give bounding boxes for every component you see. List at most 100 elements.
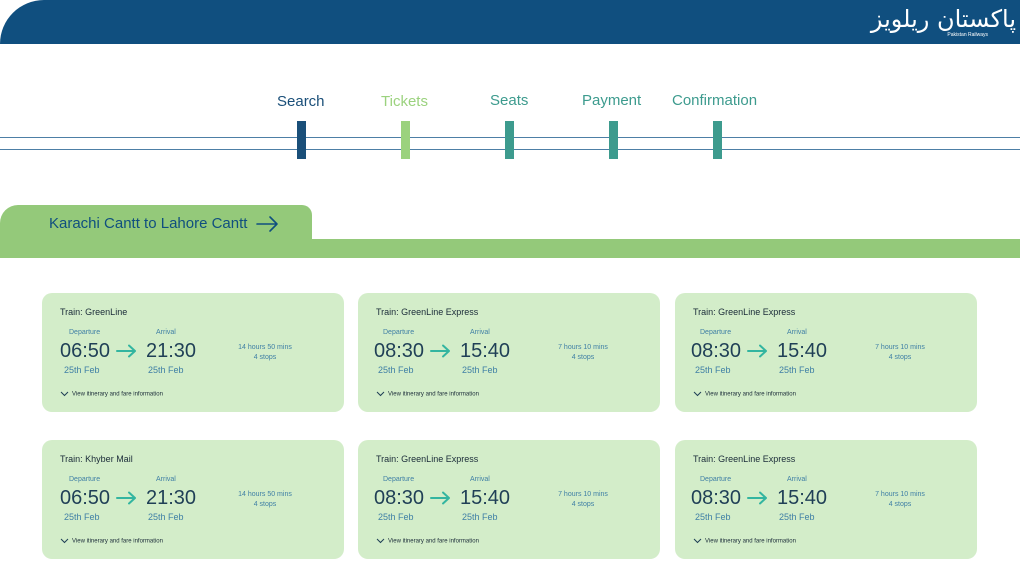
arrival-time: 21:30 <box>146 487 197 509</box>
view-itinerary-label: View itinerary and fare information <box>72 538 163 545</box>
chevron-down-icon <box>376 391 385 397</box>
trip-stops: 4 stops <box>253 501 277 508</box>
trip-duration: 14 hours 50 mins <box>238 344 292 351</box>
arrival-time: 15:40 <box>777 340 828 362</box>
trip-summary: 7 hours 10 mins 4 stops <box>855 343 945 363</box>
train-card[interactable]: Train: GreenLine Express Departure Arriv… <box>675 440 977 559</box>
chevron-down-icon <box>60 538 69 544</box>
step-seats-marker <box>505 121 514 159</box>
train-name: Train: Khyber Mail <box>60 454 133 464</box>
arrow-right-icon <box>430 344 450 358</box>
chevron-down-icon <box>376 538 385 544</box>
step-payment[interactable]: Payment <box>582 91 641 111</box>
departure-date: 25th Feb <box>378 512 414 522</box>
arrow-right-icon <box>747 344 767 358</box>
arrival-date: 25th Feb <box>779 365 815 375</box>
arrival-time: 21:30 <box>146 340 197 362</box>
step-seats[interactable]: Seats <box>490 91 528 111</box>
step-tickets[interactable]: Tickets <box>381 92 428 112</box>
departure-label: Departure <box>700 329 732 336</box>
train-name: Train: GreenLine <box>60 307 128 317</box>
departure-date: 25th Feb <box>695 365 731 375</box>
view-itinerary-link[interactable]: View itinerary and fare information <box>693 538 796 545</box>
view-itinerary-label: View itinerary and fare information <box>72 391 163 398</box>
arrival-date: 25th Feb <box>462 365 498 375</box>
view-itinerary-label: View itinerary and fare information <box>388 391 479 398</box>
trip-duration: 7 hours 10 mins <box>558 344 608 351</box>
trip-stops: 4 stops <box>571 501 595 508</box>
arrival-label: Arrival <box>787 476 807 483</box>
train-card[interactable]: Train: Khyber Mail Departure Arrival 06:… <box>42 440 344 559</box>
arrival-label: Arrival <box>156 329 176 336</box>
brand-logo[interactable]: پاکستان ریلویز Pakistan Railways <box>871 4 1016 38</box>
view-itinerary-label: View itinerary and fare information <box>705 391 796 398</box>
arrow-right-icon <box>430 491 450 505</box>
departure-date: 25th Feb <box>64 512 100 522</box>
arrival-time: 15:40 <box>460 487 511 509</box>
departure-label: Departure <box>700 476 732 483</box>
arrival-time: 15:40 <box>460 340 511 362</box>
step-confirmation-marker <box>713 121 722 159</box>
arrow-right-icon <box>116 344 136 358</box>
train-name: Train: GreenLine Express <box>376 454 479 464</box>
trip-duration: 7 hours 10 mins <box>875 491 925 498</box>
train-name: Train: GreenLine Express <box>693 307 796 317</box>
chevron-down-icon <box>693 391 702 397</box>
trip-summary: 7 hours 10 mins 4 stops <box>538 343 628 363</box>
train-card[interactable]: Train: GreenLine Express Departure Arriv… <box>675 293 977 412</box>
arrival-label: Arrival <box>470 329 490 336</box>
trip-stops: 4 stops <box>888 501 912 508</box>
departure-time: 08:30 <box>691 487 742 509</box>
step-search[interactable]: Search <box>277 92 325 112</box>
chevron-down-icon <box>693 538 702 544</box>
train-card[interactable]: Train: GreenLine Departure Arrival 06:50… <box>42 293 344 412</box>
trip-duration: 7 hours 10 mins <box>558 491 608 498</box>
step-tickets-marker <box>401 121 410 159</box>
train-card[interactable]: Train: GreenLine Express Departure Arriv… <box>358 293 660 412</box>
train-name: Train: GreenLine Express <box>693 454 796 464</box>
arrow-right-icon <box>116 491 136 505</box>
view-itinerary-link[interactable]: View itinerary and fare information <box>376 391 479 398</box>
step-confirmation[interactable]: Confirmation <box>672 91 757 111</box>
trip-stops: 4 stops <box>888 354 912 361</box>
departure-time: 06:50 <box>60 487 111 509</box>
departure-label: Departure <box>383 476 415 483</box>
step-payment-marker <box>609 121 618 159</box>
arrival-time: 15:40 <box>777 487 828 509</box>
departure-date: 25th Feb <box>64 365 100 375</box>
view-itinerary-label: View itinerary and fare information <box>388 538 479 545</box>
step-search-marker <box>297 121 306 159</box>
app-header: پاکستان ریلویز Pakistan Railways <box>0 0 1020 44</box>
trip-summary: 7 hours 10 mins 4 stops <box>855 490 945 510</box>
departure-time: 08:30 <box>691 340 742 362</box>
arrival-label: Arrival <box>156 476 176 483</box>
trip-duration: 14 hours 50 mins <box>238 491 292 498</box>
arrival-date: 25th Feb <box>148 365 184 375</box>
departure-label: Departure <box>69 329 101 336</box>
view-itinerary-link[interactable]: View itinerary and fare information <box>60 538 163 545</box>
route-band <box>0 239 1020 258</box>
departure-label: Departure <box>383 329 415 336</box>
departure-time: 06:50 <box>60 340 111 362</box>
view-itinerary-link[interactable]: View itinerary and fare information <box>693 391 796 398</box>
trip-duration: 7 hours 10 mins <box>875 344 925 351</box>
view-itinerary-link[interactable]: View itinerary and fare information <box>376 538 479 545</box>
train-card[interactable]: Train: GreenLine Express Departure Arriv… <box>358 440 660 559</box>
departure-time: 08:30 <box>374 340 425 362</box>
arrival-label: Arrival <box>470 476 490 483</box>
trip-summary: 14 hours 50 mins 4 stops <box>220 490 310 510</box>
arrival-date: 25th Feb <box>462 512 498 522</box>
view-itinerary-link[interactable]: View itinerary and fare information <box>60 391 163 398</box>
departure-label: Departure <box>69 476 101 483</box>
arrival-date: 25th Feb <box>148 512 184 522</box>
trip-stops: 4 stops <box>571 354 595 361</box>
departure-date: 25th Feb <box>695 512 731 522</box>
trip-summary: 14 hours 50 mins 4 stops <box>220 343 310 363</box>
departure-time: 08:30 <box>374 487 425 509</box>
arrival-label: Arrival <box>787 329 807 336</box>
route-title: Karachi Cantt to Lahore Cantt <box>49 215 248 232</box>
view-itinerary-label: View itinerary and fare information <box>705 538 796 545</box>
arrow-right-icon <box>747 491 767 505</box>
arrival-date: 25th Feb <box>779 512 815 522</box>
chevron-down-icon <box>60 391 69 397</box>
